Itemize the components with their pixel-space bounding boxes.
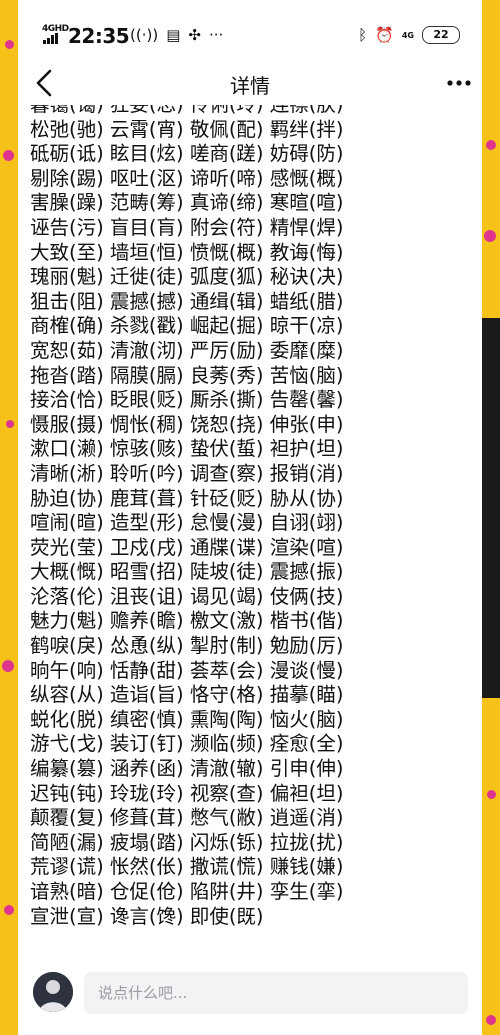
- word-line: 鹤唳(戾) 怂恿(纵) 掣肘(制) 勉励(厉): [30, 634, 344, 658]
- avatar-image: [33, 972, 73, 1012]
- background-dot: [6, 420, 14, 428]
- background-dot: [4, 905, 14, 915]
- battery-icon: 22: [422, 26, 460, 44]
- word-line: 接洽(恰) 眨眼(贬) 厮杀(撕) 告罄(馨): [30, 388, 344, 412]
- word-line: 沦落(伦) 沮丧(诅) 谒见(竭) 伎俩(技): [30, 584, 344, 608]
- word-line: 拖沓(踏) 隔膜(膈) 良莠(秀) 苦恼(脑): [30, 363, 344, 387]
- sim-icon: ▤: [166, 26, 181, 44]
- signal-icon: [43, 33, 58, 44]
- word-line: 剔除(踢) 呕吐(沤) 谛听(啼) 感慨(概): [30, 166, 344, 190]
- lte-indicator: 4G: [401, 30, 414, 40]
- avatar[interactable]: [33, 972, 73, 1012]
- word-line: 害臊(躁) 范畴(筹) 真谛(缔) 寒暄(喧): [30, 191, 344, 215]
- word-line: 编纂(篡) 涵养(函) 清澈(辙) 引申(伸): [30, 757, 344, 781]
- word-line: 魅力(魁) 赡养(瞻) 檄文(激) 楷书(偕): [30, 609, 344, 633]
- word-line: 诬告(污) 盲目(肓) 附会(符) 精悍(焊): [30, 215, 344, 239]
- comment-bar: 说点什么吧...: [18, 958, 482, 1035]
- status-bar: 4GHD 22:35 ((·)) ▤ ✣ ··· ᛒ ⏰ 4G 22: [18, 0, 482, 50]
- background-dot: [484, 230, 496, 242]
- nav-bar: 详情: [18, 56, 482, 112]
- comment-input[interactable]: 说点什么吧...: [84, 972, 468, 1014]
- word-line: 谙熟(暗) 仓促(伧) 陷阱(井) 孪生(挛): [30, 880, 344, 903]
- word-line: 大概(慨) 昭雪(招) 陡坡(徒) 震撼(振): [30, 560, 344, 584]
- word-line: 商榷(确) 杀戮(戳) 崛起(掘) 晾干(凉): [30, 314, 344, 338]
- more-horizontal-icon[interactable]: [446, 78, 472, 88]
- word-line: 荒谬(谎) 怅然(伥) 撒谎(慌) 赚钱(嫌): [30, 855, 344, 879]
- word-line: 蜕化(脱) 缜密(慎) 熏陶(陶) 恼火(脑): [30, 707, 344, 731]
- hotspot-icon: ((·)): [130, 26, 159, 44]
- background-dot: [487, 790, 496, 799]
- status-time: 22:35: [68, 24, 130, 48]
- word-line: 砥砺(诋) 眩目(炫) 嗟商(蹉) 妨碍(防): [30, 142, 344, 166]
- word-line: 漱口(濑) 惊骇(赅) 蛰伏(蜇) 袒护(坦): [30, 437, 344, 461]
- article-content: 暮霭(蔼) 狂妄(忘) 伶俐(玲) 连襟(肤) 松弛(驰) 云霄(宵) 敬佩(配…: [30, 105, 470, 955]
- word-line: 纵容(从) 造诣(旨) 恪守(格) 描摹(瞄): [30, 683, 344, 707]
- background-dot: [3, 150, 14, 161]
- background-photo: [480, 318, 500, 698]
- word-line: 游弋(戈) 装订(钉) 濒临(频) 痊愈(全): [30, 732, 344, 756]
- system-icons: ᛒ ⏰ 4G 22: [358, 26, 460, 44]
- word-line: 宽恕(茹) 清澈(沏) 严厉(励) 委靡(糜): [30, 338, 344, 362]
- background-dot: [5, 40, 14, 49]
- word-line: 狙击(阻) 震撼(撼) 通缉(辑) 蜡纸(腊): [30, 289, 344, 313]
- app-screen: 4GHD 22:35 ((·)) ▤ ✣ ··· ᛒ ⏰ 4G 22 详情 暮霭…: [18, 0, 482, 1035]
- word-line: 清晰(淅) 聆听(吟) 调查(察) 报销(消): [30, 461, 344, 485]
- word-line: 迟钝(钝) 玲珑(玲) 视察(查) 偏袒(坦): [30, 781, 344, 805]
- background-dot: [486, 1015, 496, 1025]
- dots-icon: ···: [208, 26, 224, 44]
- word-line: 宣泄(宣) 谗言(馋) 即使(既): [30, 904, 264, 928]
- word-line: 颠覆(复) 修葺(茸) 憋气(敝) 逍遥(消): [30, 806, 344, 830]
- word-line: 慑服(摄) 惆怅(稠) 饶恕(挠) 伸张(申): [30, 412, 344, 436]
- page-title: 详情: [230, 74, 270, 98]
- bluetooth-icon: ᛒ: [358, 26, 368, 44]
- background-dot: [2, 660, 14, 672]
- word-line: 暮霭(蔼) 狂妄(忘) 伶俐(玲) 连襟(肤): [30, 105, 470, 118]
- word-line: 简陋(漏) 疲塌(踏) 闪烁(铄) 拉拢(扰): [30, 830, 344, 854]
- word-line: 胁迫(协) 鹿茸(葺) 针砭(贬) 胁从(协): [30, 486, 344, 510]
- word-line: 大致(至) 墙垣(恒) 愤慨(概) 教诲(悔): [30, 240, 344, 264]
- word-line: 瑰丽(魁) 迁徙(徒) 弧度(狐) 秘诀(决): [30, 265, 344, 289]
- background-dot: [486, 140, 496, 150]
- word-line: 喧闹(暄) 造型(形) 怠慢(漫) 自诩(翊): [30, 511, 344, 535]
- word-line: 松弛(驰) 云霄(宵) 敬佩(配) 羁绊(拌): [30, 117, 344, 141]
- word-line: 荧光(莹) 卫戍(戌) 通牒(谍) 渲染(喧): [30, 535, 344, 559]
- word-line: 晌午(响) 恬静(甜) 荟萃(会) 漫谈(慢): [30, 658, 344, 682]
- alarm-icon: ⏰: [375, 26, 394, 44]
- notification-icons: ((·)) ▤ ✣ ···: [130, 26, 223, 44]
- pinwheel-icon: ✣: [188, 26, 201, 44]
